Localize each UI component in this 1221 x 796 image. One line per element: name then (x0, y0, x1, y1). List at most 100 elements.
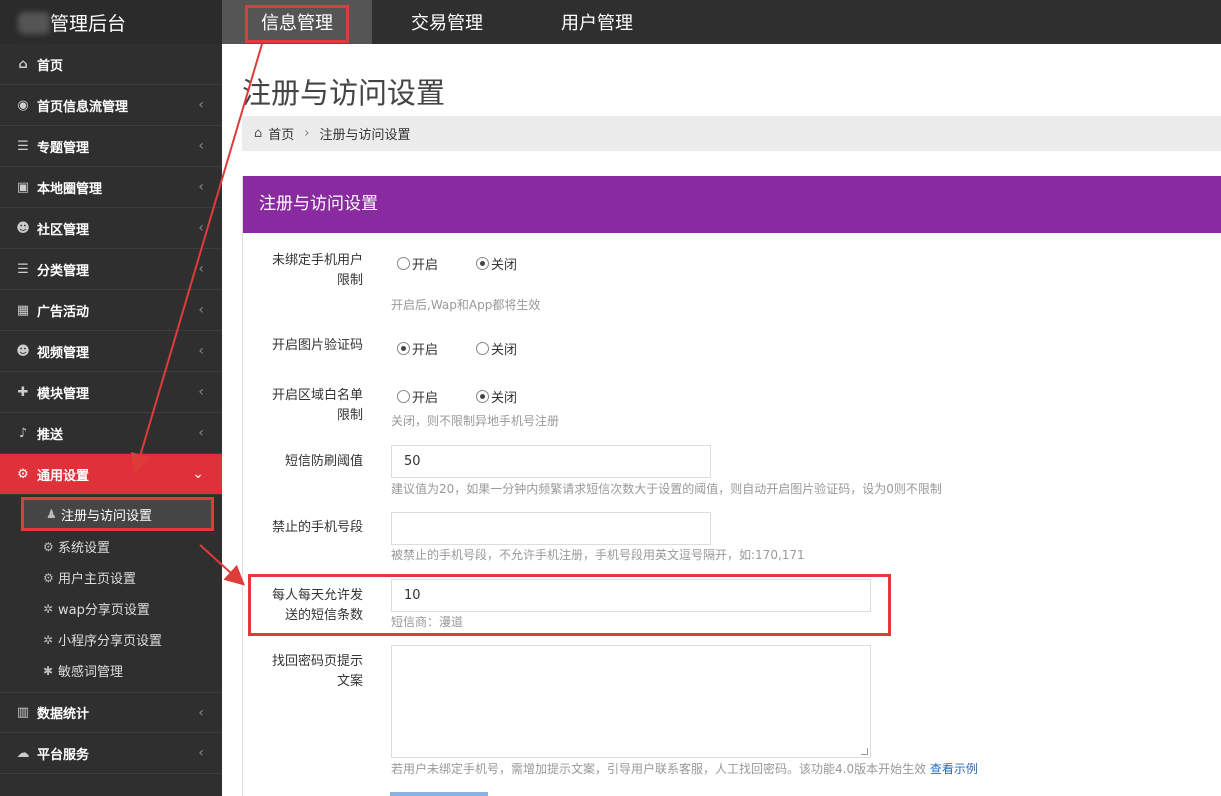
radio-label: 开启 (412, 258, 439, 273)
sidebar-item-platform[interactable]: ☁ 平台服务 ‹ (0, 733, 222, 774)
tab-user-management[interactable]: 用户管理 (522, 0, 672, 44)
calendar-icon: ▦ (16, 302, 30, 318)
image-captcha-radios: 开启 关闭 (397, 339, 555, 358)
submenu-item-sensitive-words[interactable]: ✱ 敏感词管理 (0, 655, 222, 686)
radio-label: 关闭 (491, 391, 518, 406)
sidebar-item-label: 本地圈管理 (37, 181, 103, 197)
submit-button-partial[interactable] (390, 792, 488, 796)
sidebar-item-home[interactable]: ⌂ 首页 (0, 44, 222, 85)
tab-trade-management[interactable]: 交易管理 (372, 0, 522, 44)
region-whitelist-radios: 开启 关闭 (397, 387, 555, 406)
daily-sms-limit-label: 每人每天允许发 送的短信条数 (243, 586, 363, 626)
gear-icon: ✲ (43, 632, 54, 647)
sidebar-item-topics[interactable]: ☰ 专题管理 ‹ (0, 126, 222, 167)
sidebar-item-label: 分类管理 (37, 263, 90, 279)
top-bar: 管理后台 信息管理 交易管理 用户管理 (0, 0, 1221, 44)
tab-info-management[interactable]: 信息管理 (222, 0, 372, 44)
breadcrumb-home[interactable]: 首页 (268, 124, 294, 143)
submenu-item-wap-share[interactable]: ✲ wap分享页设置 (0, 593, 222, 624)
bar-chart-icon: ▥ (16, 705, 30, 720)
sidebar-item-label: 专题管理 (37, 140, 90, 156)
sms-threshold-input[interactable]: 50 (391, 445, 711, 478)
sidebar-item-label: 视频管理 (37, 345, 90, 361)
sidebar-item-label: 首页 (37, 58, 64, 74)
chevron-left-icon: ‹ (198, 220, 204, 236)
submenu-item-label: 用户主页设置 (58, 572, 137, 587)
submenu-item-label: 系统设置 (58, 541, 111, 556)
region-whitelist-off-radio[interactable]: 关闭 (476, 387, 517, 406)
users-icon: ☻ (16, 343, 30, 359)
recover-password-textarea[interactable] (391, 645, 871, 758)
sidebar-item-label: 数据统计 (37, 707, 90, 722)
cloud-icon: ☁ (16, 745, 30, 761)
submenu-item-system[interactable]: ⚙ 系统设置 (0, 531, 222, 562)
puzzle-icon: ✚ (17, 384, 29, 400)
camera-icon: ▣ (16, 179, 30, 195)
sms-threshold-label: 短信防刷阈值 (284, 454, 363, 469)
sidebar-item-local[interactable]: ▣ 本地圈管理 ‹ (0, 167, 222, 208)
banned-prefixes-help: 被禁止的手机号段，不允许手机注册，手机号段用英文逗号隔开，如:170,171 (391, 548, 805, 562)
sidebar-item-general-settings[interactable]: ⚙ 通用设置 ⌄ (0, 454, 222, 495)
radio-dot (476, 342, 490, 355)
settings-panel: 注册与访问设置 未绑定手机用户 限制 开启 关闭 开启后,Wap和App都将生效… (242, 176, 1221, 796)
radio-dot (476, 257, 490, 270)
sidebar-item-modules[interactable]: ✚ 模块管理 ‹ (0, 372, 222, 413)
label-line: 限制 (336, 273, 363, 288)
image-captcha-off-radio[interactable]: 关闭 (476, 339, 517, 358)
view-example-link[interactable]: 查看示例 (930, 762, 978, 776)
unbound-phone-on-radio[interactable]: 开启 (397, 254, 438, 273)
radio-label: 关闭 (491, 343, 518, 358)
list-icon: ☰ (17, 261, 29, 277)
cogs-icon: ⚙ (43, 539, 54, 554)
cogs-icon: ⚙ (43, 570, 54, 585)
region-whitelist-on-radio[interactable]: 开启 (397, 387, 438, 406)
asterisk-icon: ✱ (43, 663, 54, 678)
list-icon: ☰ (17, 138, 29, 154)
banned-prefixes-label: 禁止的手机号段 (271, 520, 363, 535)
recover-password-help: 若用户未绑定手机号，需增加提示文案，引导用户联系客服，人工找回密码。该功能4.0… (391, 760, 978, 777)
sidebar-item-label: 模块管理 (37, 386, 90, 402)
sidebar-item-label: 平台服务 (37, 747, 90, 763)
daily-sms-limit-input[interactable]: 10 (391, 579, 871, 612)
sidebar-item-push[interactable]: ♪ 推送 ‹ (0, 413, 222, 454)
gear-icon: ✲ (43, 601, 54, 616)
label-line: 未绑定手机用户 (271, 253, 363, 268)
chevron-left-icon: ‹ (198, 138, 204, 154)
sidebar-item-label: 广告活动 (37, 304, 90, 320)
sidebar-item-feed[interactable]: ◉ 首页信息流管理 ‹ (0, 85, 222, 126)
top-nav: 信息管理 交易管理 用户管理 (222, 0, 672, 44)
breadcrumb: ⌂ 首页 › 注册与访问设置 (242, 116, 1221, 151)
sidebar-item-label: 推送 (37, 427, 64, 443)
sidebar-item-label: 通用设置 (37, 468, 90, 484)
unbound-phone-off-radio[interactable]: 关闭 (476, 254, 517, 273)
radio-label: 开启 (412, 343, 439, 358)
radio-label: 开启 (412, 391, 439, 406)
sidebar-item-statistics[interactable]: ▥ 数据统计 ‹ (0, 692, 222, 733)
chevron-left-icon: ‹ (198, 261, 204, 277)
page-title: 注册与访问设置 (242, 76, 446, 110)
unbound-phone-help: 开启后,Wap和App都将生效 (391, 298, 541, 312)
label-line: 限制 (336, 408, 363, 423)
sidebar-item-video[interactable]: ☻ 视频管理 ‹ (0, 331, 222, 372)
sidebar-item-ads[interactable]: ▦ 广告活动 ‹ (0, 290, 222, 331)
submenu-item-miniapp-share[interactable]: ✲ 小程序分享页设置 (0, 624, 222, 655)
submenu-item-user-home[interactable]: ⚙ 用户主页设置 (0, 562, 222, 593)
user-icon: ♟ (46, 507, 57, 521)
main-content: 注册与访问设置 ⌂ 首页 › 注册与访问设置 注册与访问设置 未绑定手机用户 限… (222, 44, 1221, 796)
sidebar-item-category[interactable]: ☰ 分类管理 ‹ (0, 249, 222, 290)
resize-handle[interactable] (861, 748, 868, 755)
image-captcha-on-radio[interactable]: 开启 (397, 339, 438, 358)
home-icon: ⌂ (254, 126, 263, 141)
submenu-item-label: 小程序分享页设置 (58, 634, 163, 649)
banned-prefixes-input[interactable] (391, 512, 711, 545)
label-line: 开启区域白名单 (271, 388, 363, 403)
sidebar-item-label: 首页信息流管理 (37, 99, 129, 115)
chevron-left-icon: ‹ (198, 425, 204, 441)
sidebar: ⌂ 首页 ◉ 首页信息流管理 ‹ ☰ 专题管理 ‹ ▣ 本地圈管理 ‹ ☻ 社区管理 ‹ ☰ 分类管… (0, 44, 222, 796)
rss-icon: ◉ (17, 97, 29, 113)
chevron-left-icon: ‹ (198, 343, 204, 359)
sidebar-item-label: 社区管理 (37, 222, 90, 238)
label-line: 每人每天允许发 (271, 588, 363, 603)
submenu-item-register-access[interactable]: ♟ 注册与访问设置 (21, 497, 214, 531)
sidebar-item-community[interactable]: ☻ 社区管理 ‹ (0, 208, 222, 249)
